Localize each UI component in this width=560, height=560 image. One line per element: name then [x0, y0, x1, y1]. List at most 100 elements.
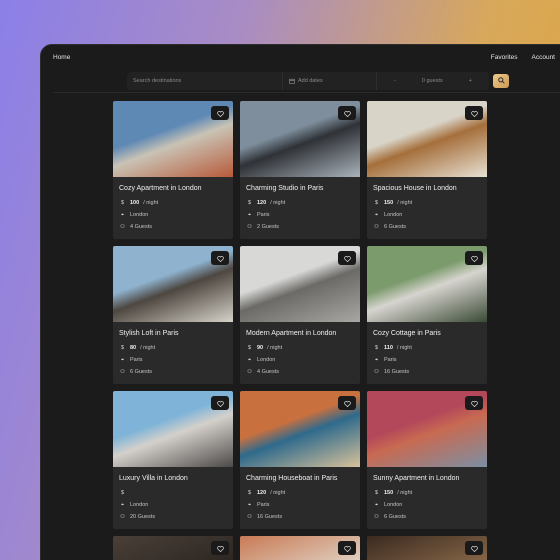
- heart-icon: [343, 104, 351, 122]
- price-unit: / night: [267, 345, 283, 351]
- destination-input[interactable]: Search destinations: [127, 71, 283, 90]
- guest-count: 0 guests: [421, 77, 443, 84]
- heart-icon: [343, 249, 351, 267]
- listing-title[interactable]: Modern Apartment in London: [240, 322, 360, 342]
- heart-icon: [470, 394, 478, 412]
- location-pin-icon: ⌖: [374, 356, 379, 363]
- city-name: London: [384, 212, 403, 218]
- city-name: London: [130, 212, 149, 218]
- guests-icon: ⚇: [374, 514, 379, 520]
- favorite-button[interactable]: [211, 541, 229, 555]
- listing-card[interactable]: Cozy Cottage in Paris $ 110 / night ⌖ Pa…: [367, 246, 487, 384]
- listing-photo[interactable]: [113, 246, 233, 322]
- location-pin-icon: ⌖: [120, 356, 125, 363]
- price-unit: / night: [270, 490, 286, 496]
- listing-card[interactable]: Modern Apartment in London $ 90 / night …: [240, 246, 360, 384]
- listing-title[interactable]: Sunny Apartment in London: [367, 467, 487, 487]
- price-unit: / night: [397, 490, 413, 496]
- listing-card[interactable]: Stylish Loft in Paris $ 80 / night ⌖ Par…: [113, 246, 233, 384]
- listing-location: ⌖ Paris: [240, 499, 360, 511]
- heart-icon: [216, 104, 224, 122]
- guests-icon: ⚇: [374, 224, 379, 230]
- listing-photo[interactable]: [113, 101, 233, 177]
- listing-card[interactable]: [367, 536, 487, 560]
- nav-home-link[interactable]: Home: [53, 54, 70, 61]
- listing-photo[interactable]: [240, 536, 360, 560]
- guests-icon: ⚇: [247, 369, 252, 375]
- listing-card[interactable]: [240, 536, 360, 560]
- listing-price: $ 120 / night: [240, 197, 360, 209]
- listing-photo[interactable]: [240, 246, 360, 322]
- favorite-button[interactable]: [211, 106, 229, 120]
- listing-location: ⌖ London: [113, 209, 233, 221]
- listing-title[interactable]: Cozy Apartment in London: [113, 177, 233, 197]
- favorite-button[interactable]: [338, 396, 356, 410]
- price-value: 110: [384, 345, 393, 351]
- guest-decrement-button[interactable]: -: [394, 78, 396, 84]
- listing-photo[interactable]: [367, 101, 487, 177]
- top-nav: Home Favorites Account: [41, 45, 560, 69]
- listing-photo[interactable]: [367, 536, 487, 560]
- guest-capacity: 2 Guests: [257, 224, 280, 230]
- listing-card[interactable]: Cozy Apartment in London $ 100 / night ⌖…: [113, 101, 233, 239]
- listing-title[interactable]: Luxury Villa in London: [113, 467, 233, 487]
- guest-capacity: 6 Guests: [384, 514, 407, 520]
- favorite-button[interactable]: [465, 396, 483, 410]
- guest-stepper: - 0 guests +: [377, 72, 489, 90]
- listing-title[interactable]: Spacious House in London: [367, 177, 487, 197]
- city-name: Paris: [384, 357, 397, 363]
- listing-card[interactable]: Spacious House in London $ 150 / night ⌖…: [367, 101, 487, 239]
- price-unit: / night: [396, 345, 412, 351]
- favorite-button[interactable]: [338, 106, 356, 120]
- listing-photo[interactable]: [367, 391, 487, 467]
- search-bar: Search destinations Add dates - 0 guests…: [127, 71, 489, 90]
- listing-title[interactable]: Charming Houseboat in Paris: [240, 467, 360, 487]
- heart-icon: [216, 249, 224, 267]
- listing-title[interactable]: Charming Studio in Paris: [240, 177, 360, 197]
- price-value: 150: [384, 490, 394, 496]
- listing-card[interactable]: Charming Houseboat in Paris $ 120 / nigh…: [240, 391, 360, 529]
- listing-guests: ⚇ 16 Guests: [240, 511, 360, 523]
- listing-photo[interactable]: [113, 391, 233, 467]
- listing-price: $ 150 / night: [367, 487, 487, 499]
- guest-capacity: 6 Guests: [130, 369, 153, 375]
- favorite-button[interactable]: [465, 106, 483, 120]
- nav-account-link[interactable]: Account: [532, 54, 556, 61]
- dollar-icon: $: [120, 490, 125, 496]
- search-button[interactable]: [493, 73, 509, 88]
- guest-capacity: 4 Guests: [130, 224, 153, 230]
- nav-favorites-link[interactable]: Favorites: [491, 54, 518, 61]
- listing-photo[interactable]: [240, 391, 360, 467]
- guest-capacity: 16 Guests: [384, 369, 410, 375]
- listing-card[interactable]: Charming Studio in Paris $ 120 / night ⌖…: [240, 101, 360, 239]
- listing-photo[interactable]: [113, 536, 233, 560]
- guests-icon: ⚇: [120, 514, 125, 520]
- heart-icon: [470, 104, 478, 122]
- listing-card[interactable]: Sunny Apartment in London $ 150 / night …: [367, 391, 487, 529]
- listing-location: ⌖ London: [367, 209, 487, 221]
- guest-increment-button[interactable]: +: [469, 78, 472, 84]
- heart-icon: [470, 249, 478, 267]
- dollar-icon: $: [374, 490, 379, 496]
- listing-photo[interactable]: [367, 246, 487, 322]
- favorite-button[interactable]: [338, 541, 356, 555]
- dates-placeholder: Add dates: [298, 77, 323, 84]
- listing-card[interactable]: Luxury Villa in London $ ⌖ London ⚇ 20 G…: [113, 391, 233, 529]
- listing-location: ⌖ London: [367, 499, 487, 511]
- listing-photo[interactable]: [240, 101, 360, 177]
- favorite-button[interactable]: [465, 541, 483, 555]
- city-name: London: [130, 502, 149, 508]
- dates-field[interactable]: Add dates: [283, 71, 377, 90]
- listing-guests: ⚇ 4 Guests: [113, 221, 233, 233]
- favorite-button[interactable]: [211, 396, 229, 410]
- listing-title[interactable]: Cozy Cottage in Paris: [367, 322, 487, 342]
- dollar-icon: $: [247, 345, 252, 351]
- listing-guests: ⚇ 6 Guests: [113, 366, 233, 378]
- favorite-button[interactable]: [465, 251, 483, 265]
- listing-title[interactable]: Stylish Loft in Paris: [113, 322, 233, 342]
- heart-icon: [216, 539, 224, 557]
- listing-card[interactable]: [113, 536, 233, 560]
- price-value: 120: [257, 490, 267, 496]
- favorite-button[interactable]: [211, 251, 229, 265]
- favorite-button[interactable]: [338, 251, 356, 265]
